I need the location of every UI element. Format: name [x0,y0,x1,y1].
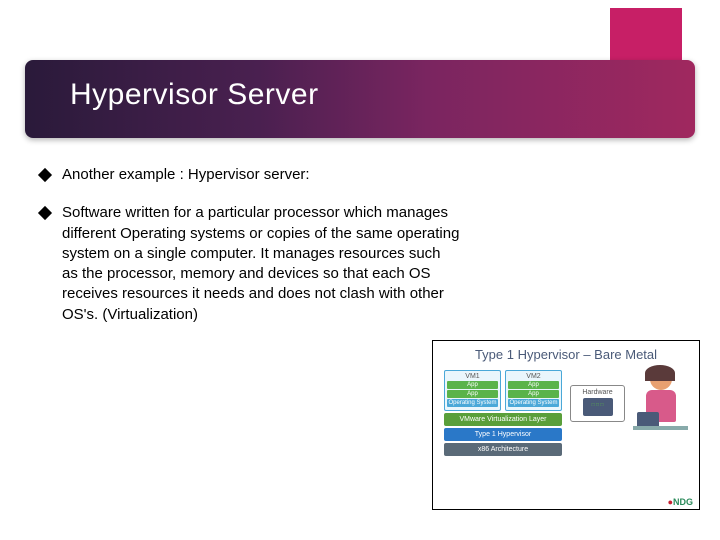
app-slot: App [447,390,498,398]
bullet-text: Software written for a particular proces… [62,203,460,325]
hardware-layer: x86 Architecture [444,443,562,456]
app-slot: App [447,381,498,389]
bullet-item: Another example : Hypervisor server: [40,165,460,185]
bullet-item: Software written for a particular proces… [40,203,460,325]
os-slot: Operating System [508,399,559,407]
slide-title: Hypervisor Server [70,78,319,112]
vm-box: VM2 App App Operating System [505,370,562,411]
diagram-title: Type 1 Hypervisor – Bare Metal [433,341,699,366]
motherboard-icon [583,398,613,416]
vm-box: VM1 App App Operating System [444,370,501,411]
content-area: Another example : Hypervisor server: Sof… [40,165,460,343]
hypervisor-diagram: Type 1 Hypervisor – Bare Metal VM1 App A… [432,340,700,510]
diagram-body: VM1 App App Operating System VM2 App App… [433,366,699,458]
vm-label: VM2 [508,373,559,380]
app-slot: App [508,390,559,398]
hardware-box-label: Hardware [582,389,612,396]
vm-label: VM1 [447,373,498,380]
vmware-layer: VMware Virtualization Layer [444,413,562,426]
diamond-bullet-icon [38,168,52,182]
bullet-text: Another example : Hypervisor server: [62,165,460,185]
app-slot: App [508,381,559,389]
vm-stack: VM1 App App Operating System VM2 App App… [444,370,562,458]
diamond-bullet-icon [38,206,52,220]
brand-label: ●NDG [668,497,693,507]
laptop-icon [637,412,659,426]
person-hair [645,365,675,381]
os-slot: Operating System [447,399,498,407]
hardware-box: Hardware [570,385,625,422]
hypervisor-layer: Type 1 Hypervisor [444,428,562,441]
person-illustration [633,368,688,458]
desk-icon [633,426,688,430]
